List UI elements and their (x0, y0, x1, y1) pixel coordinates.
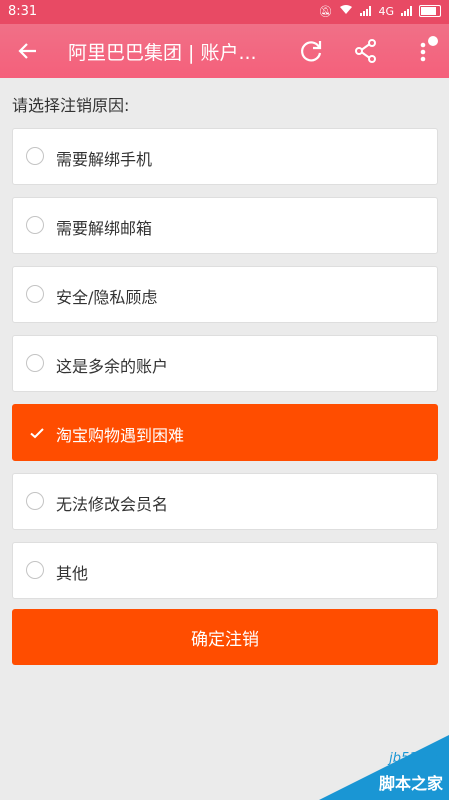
radio-icon[interactable] (26, 492, 44, 510)
mute-icon: 🔕︎ (318, 4, 333, 18)
reason-prompt: 请选择注销原因: (12, 96, 130, 115)
reason-option-unbind-email[interactable]: 需要解绑邮箱 (12, 197, 438, 254)
option-label: 无法修改会员名 (56, 495, 169, 514)
reason-option-member-name[interactable]: 无法修改会员名 (12, 473, 438, 530)
refresh-icon[interactable] (297, 37, 325, 65)
signal-icon-2 (401, 6, 412, 16)
radio-icon[interactable] (26, 285, 44, 303)
option-label: 这是多余的账户 (56, 357, 169, 376)
reason-options: 需要解绑手机 需要解绑邮箱 安全/隐私顾虑 这是多余的账户 淘宝购物遇到困难 无… (12, 128, 438, 611)
reason-option-taobao[interactable]: 淘宝购物遇到困难 (12, 404, 438, 461)
watermark-url: jb51.net (389, 751, 443, 766)
option-label: 安全/隐私顾虑 (56, 288, 158, 307)
option-label: 需要解绑邮箱 (56, 219, 153, 238)
option-label: 淘宝购物遇到困难 (56, 426, 185, 445)
status-time: 8:31 (8, 4, 38, 19)
radio-icon[interactable] (26, 147, 44, 165)
reason-option-unbind-phone[interactable]: 需要解绑手机 (12, 128, 438, 185)
signal-icon (360, 6, 372, 16)
reason-option-redundant[interactable]: 这是多余的账户 (12, 335, 438, 392)
radio-icon[interactable] (26, 354, 44, 372)
back-arrow-icon[interactable] (14, 37, 42, 65)
status-bar: 8:31 🔕︎ 4G (0, 0, 449, 24)
app-bar: 阿里巴巴集团 | 账户... (0, 24, 449, 78)
more-vert-icon[interactable] (415, 36, 439, 66)
reason-option-other[interactable]: 其他 (12, 542, 438, 599)
option-label: 其他 (56, 564, 89, 583)
radio-icon[interactable] (26, 561, 44, 579)
confirm-cancel-button[interactable]: 确定注销 (12, 609, 438, 665)
option-label: 需要解绑手机 (56, 150, 153, 169)
battery-icon (419, 5, 441, 17)
reason-option-privacy[interactable]: 安全/隐私顾虑 (12, 266, 438, 323)
share-icon[interactable] (352, 37, 380, 65)
radio-icon[interactable] (26, 216, 44, 234)
network-type: 4G (378, 4, 394, 18)
page-title: 阿里巴巴集团 | 账户... (68, 42, 257, 64)
wifi-icon (339, 4, 353, 18)
watermark: jb51.net 脚本之家 (309, 730, 449, 800)
watermark-brand: 脚本之家 (378, 774, 443, 793)
checkmark-icon (29, 425, 45, 441)
status-icons: 🔕︎ 4G (318, 4, 441, 18)
